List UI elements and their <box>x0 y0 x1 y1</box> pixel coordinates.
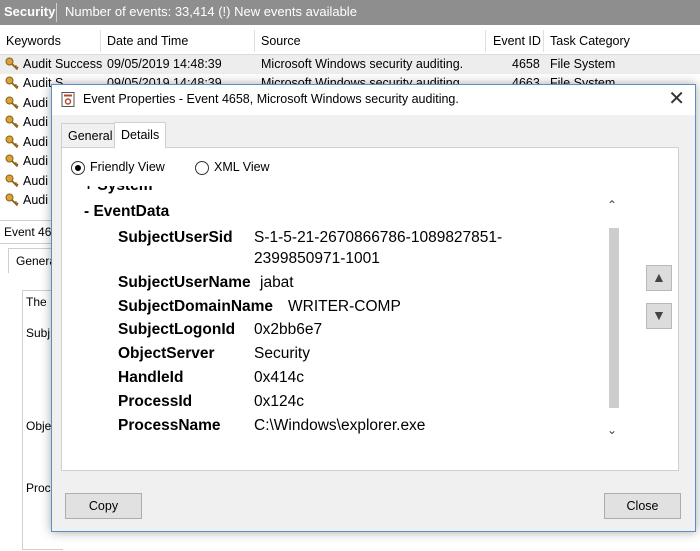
detail-fragment: Obje <box>26 419 52 433</box>
field-value: C:\Windows\explorer.exe <box>254 417 426 434</box>
field-name: SubjectUserName <box>118 274 251 291</box>
arrow-up-icon: ▲ <box>652 269 666 285</box>
event-properties-dialog: Event Properties - Event 4658, Microsoft… <box>51 84 696 532</box>
tab-general[interactable]: General <box>61 123 115 149</box>
column-divider[interactable] <box>543 30 544 52</box>
scroll-up-icon[interactable]: ⌃ <box>607 198 617 212</box>
row-date: 09/05/2019 14:48:39 <box>107 57 222 71</box>
tab-details-label: Details <box>121 128 160 142</box>
close-icon[interactable]: ✕ <box>668 88 685 110</box>
event-detail-title: Event 46 <box>4 225 52 239</box>
field-name: SubjectUserSid <box>118 229 233 246</box>
close-button[interactable]: Close <box>604 493 681 519</box>
arrow-down-icon: ▼ <box>652 307 666 323</box>
detail-fragment: Subj <box>26 326 51 340</box>
key-icon <box>5 76 19 90</box>
detail-fragment: Proc <box>26 481 51 495</box>
scrollbar-thumb[interactable] <box>609 228 619 408</box>
column-keywords[interactable]: Keywords <box>6 34 61 48</box>
tree-system-node[interactable]: + System <box>84 186 153 195</box>
radio-circle <box>71 161 85 175</box>
key-icon <box>5 57 19 71</box>
field-value: 0x124c <box>254 393 304 410</box>
dialog-title-bar[interactable]: Event Properties - Event 4658, Microsoft… <box>52 85 695 115</box>
tree-eventdata-node[interactable]: - EventData <box>84 203 169 221</box>
key-icon <box>5 193 19 207</box>
row-event-id: 4658 <box>512 57 540 71</box>
column-source[interactable]: Source <box>261 34 301 48</box>
details-pane: Friendly View XML View + System - EventD… <box>61 147 679 471</box>
row-keyword: Audi <box>23 135 49 149</box>
log-name: Security <box>4 4 56 19</box>
friendly-view-panel: + System - EventData SubjectUserSid S-1-… <box>70 186 610 450</box>
details-scrollbar[interactable]: ⌃ ⌄ <box>603 198 623 448</box>
column-divider[interactable] <box>100 30 101 52</box>
field-name: SubjectDomainName <box>118 298 274 315</box>
header-separator <box>56 3 57 22</box>
key-icon <box>5 96 19 110</box>
event-list-header: Keywords Date and Time Source Event ID T… <box>0 28 700 55</box>
column-divider[interactable] <box>254 30 255 52</box>
row-keyword: Audi <box>23 115 49 129</box>
column-divider[interactable] <box>485 30 486 52</box>
field-value: S-1-5-21-2670866786-1089827851- <box>254 229 503 246</box>
dialog-title: Event Properties - Event 4658, Microsoft… <box>83 92 459 106</box>
field-name: SubjectLogonId <box>118 321 236 338</box>
key-icon <box>5 174 19 188</box>
field-value: jabat <box>260 274 294 291</box>
field-value: 0x2bb6e7 <box>254 321 323 338</box>
radio-friendly-label: Friendly View <box>90 160 165 174</box>
field-name: ObjectServer <box>118 345 215 362</box>
row-keyword: Audi <box>23 96 49 110</box>
scroll-down-icon[interactable]: ⌄ <box>607 423 617 437</box>
copy-button[interactable]: Copy <box>65 493 142 519</box>
close-button-label: Close <box>626 499 659 513</box>
column-event-id[interactable]: Event ID <box>493 34 541 48</box>
key-icon <box>5 135 19 149</box>
field-value: Security <box>254 345 310 362</box>
column-task-category[interactable]: Task Category <box>550 34 630 48</box>
detail-fragment: The <box>26 295 47 309</box>
key-icon <box>5 154 19 168</box>
key-icon <box>5 115 19 129</box>
field-name: ProcessName <box>118 417 221 434</box>
copy-button-label: Copy <box>88 499 119 513</box>
row-category: File System <box>550 57 616 71</box>
field-value: 0x414c <box>254 369 304 386</box>
tab-general-label: General <box>68 129 113 143</box>
event-properties-icon <box>61 92 75 107</box>
table-row[interactable]: Audit Success 09/05/2019 14:48:39 Micros… <box>0 55 700 74</box>
event-data-tree: + System - EventData SubjectUserSid S-1-… <box>80 186 602 450</box>
row-keyword: Audi <box>23 193 49 207</box>
radio-dot <box>75 165 81 171</box>
row-keyword: Audi <box>23 154 49 168</box>
row-keyword: Audi <box>23 174 49 188</box>
radio-xml-label: XML View <box>214 160 270 174</box>
column-date-time[interactable]: Date and Time <box>107 34 188 48</box>
row-keyword: Audit Success <box>23 57 103 71</box>
field-value: 2399850971-1001 <box>254 250 380 267</box>
field-value: WRITER-COMP <box>288 298 401 315</box>
event-count-info: Number of events: 33,414 (!) New events … <box>65 4 357 19</box>
log-header-bar: Security Number of events: 33,414 (!) Ne… <box>0 0 700 25</box>
field-name: HandleId <box>118 369 184 386</box>
field-name: ProcessId <box>118 393 193 410</box>
radio-circle <box>195 161 209 175</box>
row-source: Microsoft Windows security auditing. <box>261 57 464 71</box>
previous-event-button[interactable]: ▲ <box>646 265 672 291</box>
tab-general-background[interactable]: Genera <box>8 248 56 273</box>
tab-details[interactable]: Details <box>114 122 166 149</box>
next-event-button[interactable]: ▼ <box>646 303 672 329</box>
